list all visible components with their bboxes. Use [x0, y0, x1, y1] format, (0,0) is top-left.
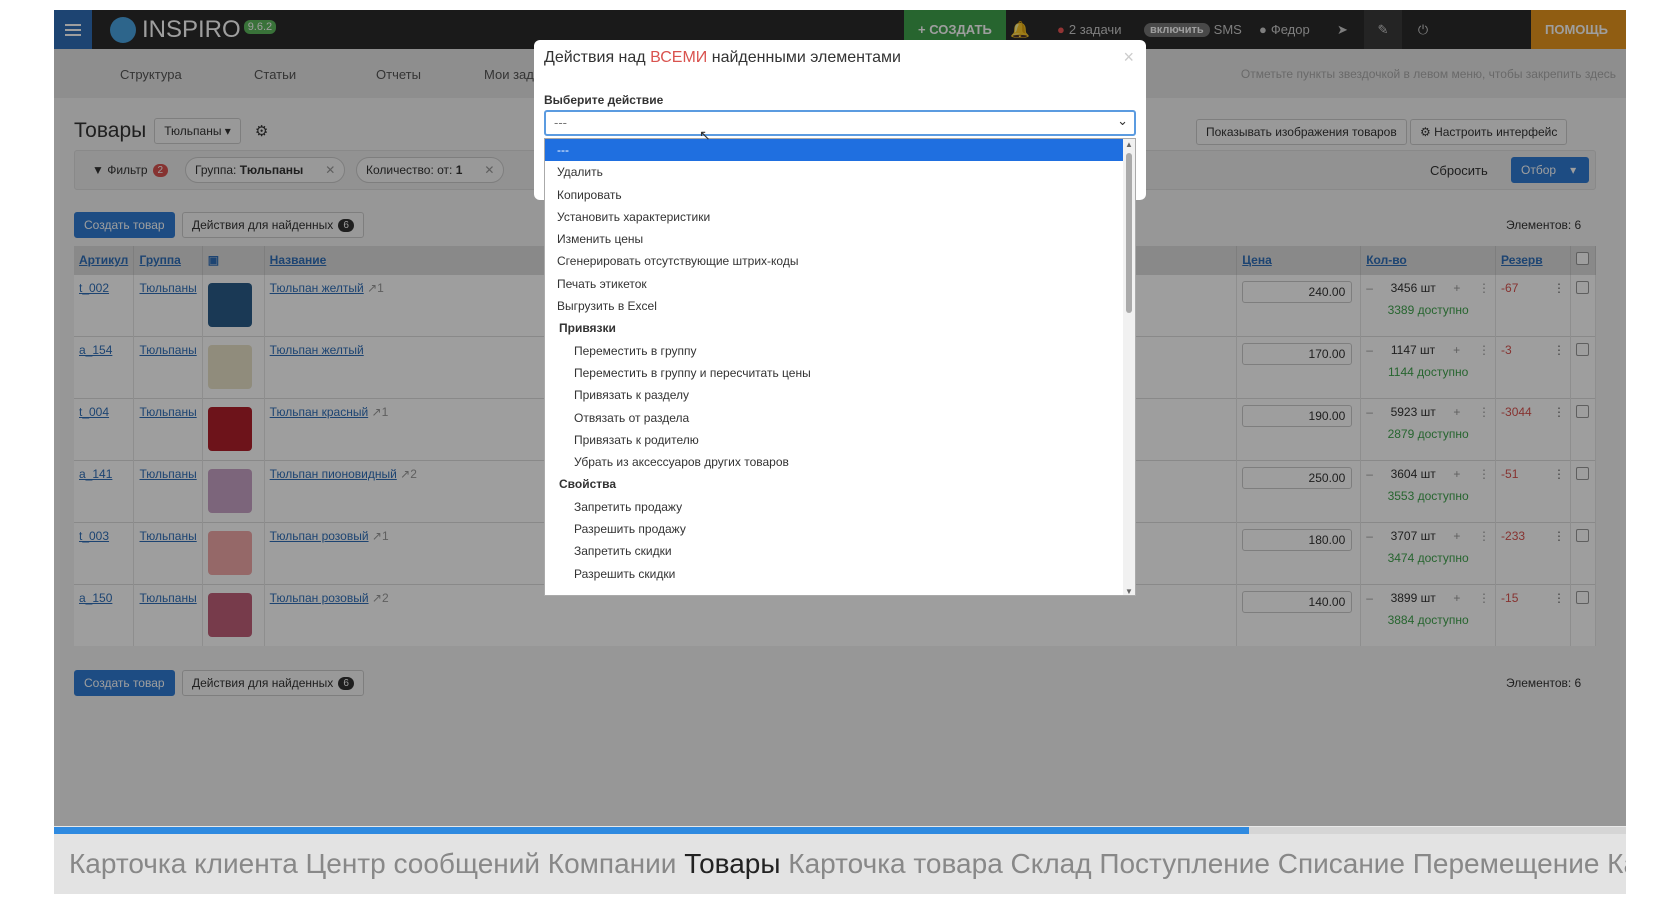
- mouse-cursor-icon: ↖: [699, 127, 711, 143]
- dropdown-option[interactable]: Изменить цены: [545, 228, 1135, 250]
- dropdown-option[interactable]: Установить характеристики: [545, 206, 1135, 228]
- ticker-before: Карточка клиента Центр сообщений Компани…: [69, 848, 685, 879]
- dropdown-option[interactable]: Убрать из аксессуаров других товаров: [545, 451, 1135, 473]
- dropdown-option[interactable]: Привязать к разделу: [545, 384, 1135, 406]
- chevron-down-icon: ⌄: [1117, 113, 1128, 128]
- dropdown-option[interactable]: Запретить продажу: [545, 496, 1135, 518]
- action-options: --- Удалить Копировать Установить характери…: [545, 139, 1135, 585]
- dropdown-option[interactable]: Переместить в группу и пересчитать цены: [545, 362, 1135, 384]
- dropdown-option[interactable]: Удалить: [545, 161, 1135, 183]
- video-frame: INSPIRO 9.6.2 + СОЗДАТЬ 🔔 ● 2 задачи включ…: [54, 10, 1626, 894]
- modal-title: Действия над ВСЕМИ найденными элементами: [544, 49, 901, 67]
- section-ticker: Карточка клиента Центр сообщений Компани…: [54, 834, 1626, 894]
- dropdown-option[interactable]: Разрешить скидки: [545, 563, 1135, 585]
- scroll-down-icon[interactable]: ▼: [1125, 587, 1133, 595]
- dropdown-scrollbar[interactable]: ▲ ▼: [1123, 139, 1135, 595]
- video-progress-bar[interactable]: [54, 827, 1626, 834]
- dropdown-option[interactable]: Сгенерировать отсутствующие штрих-коды: [545, 250, 1135, 272]
- ticker-after: Карточка товара Склад Поступление Списан…: [780, 848, 1626, 879]
- ticker-active: Товары: [684, 848, 781, 879]
- dropdown-option[interactable]: Отвязать от раздела: [545, 407, 1135, 429]
- option-group-label: Свойства: [559, 477, 617, 492]
- dropdown-option[interactable]: Переместить в группу: [545, 340, 1135, 362]
- dropdown-option[interactable]: Копировать: [545, 184, 1135, 206]
- modal-title-post: найденными элементами: [711, 49, 901, 66]
- action-select-label: Выберите действие: [544, 93, 664, 107]
- dropdown-option[interactable]: Печать этикеток: [545, 273, 1135, 295]
- dropdown-option[interactable]: ---: [545, 139, 1123, 162]
- action-select[interactable]: --- ⌄: [544, 110, 1136, 136]
- modal-title-pre: Действия над: [544, 49, 646, 66]
- dropdown-option[interactable]: Разрешить продажу: [545, 518, 1135, 540]
- dropdown-option[interactable]: Привязать к родителю: [545, 429, 1135, 451]
- close-icon[interactable]: ×: [1123, 47, 1134, 68]
- option-group-label: Привязки: [559, 321, 616, 336]
- app-window: INSPIRO 9.6.2 + СОЗДАТЬ 🔔 ● 2 задачи включ…: [54, 10, 1626, 826]
- dropdown-option[interactable]: Выгрузить в Excel: [545, 295, 1135, 317]
- action-dropdown-list: --- Удалить Копировать Установить характери…: [544, 138, 1136, 596]
- scrollbar-thumb[interactable]: [1126, 153, 1132, 313]
- action-select-value: ---: [554, 115, 567, 130]
- modal-title-emphasis: ВСЕМИ: [650, 49, 708, 66]
- dropdown-option[interactable]: Запретить скидки: [545, 540, 1135, 562]
- scroll-up-icon[interactable]: ▲: [1125, 140, 1133, 149]
- video-progress-fill: [54, 827, 1249, 834]
